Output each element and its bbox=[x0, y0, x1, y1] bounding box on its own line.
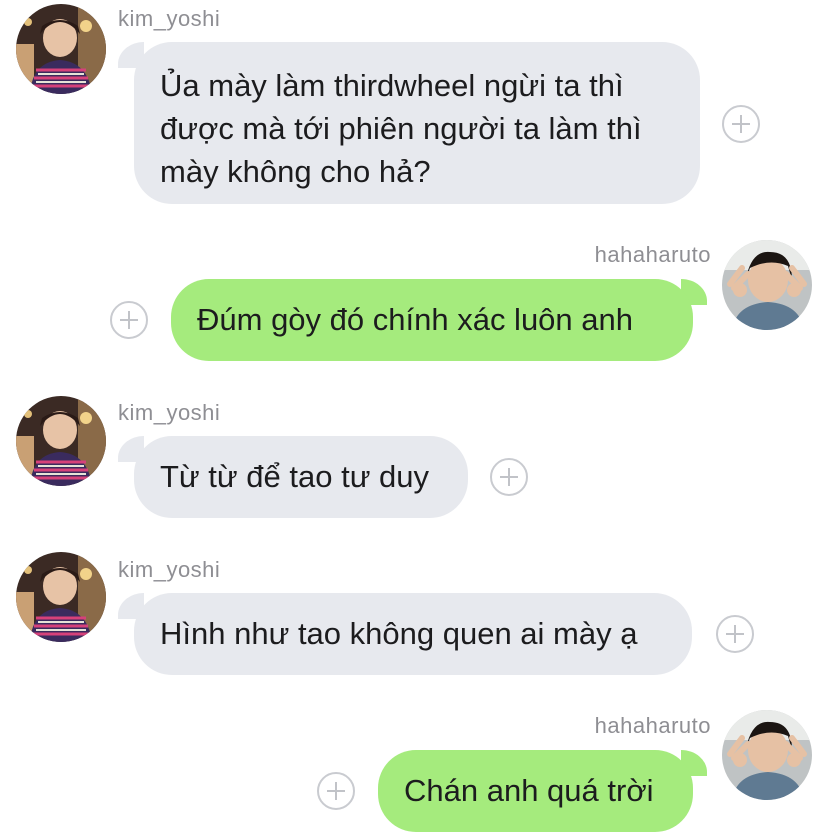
sender-name: kim_yoshi bbox=[118, 6, 221, 31]
sender-name: kim_yoshi bbox=[118, 400, 221, 425]
plus-circle-icon[interactable] bbox=[722, 105, 760, 143]
message-line: Chán anh quá trời bbox=[404, 773, 654, 808]
message-line: Từ từ để tao tư duy bbox=[160, 459, 430, 494]
avatar-kim-yoshi-icon bbox=[16, 396, 106, 486]
message-line: được mà tới phiên người ta làm thì bbox=[160, 111, 642, 146]
plus-circle-icon[interactable] bbox=[490, 458, 528, 496]
message-line: Đúm gòy đó chính xác luôn anh bbox=[197, 302, 633, 337]
message-bubble[interactable]: Từ từ để tao tư duy bbox=[134, 436, 468, 518]
avatar[interactable] bbox=[722, 240, 812, 330]
avatar-kim-yoshi-icon bbox=[16, 552, 106, 642]
avatar-kim-yoshi-icon bbox=[16, 4, 106, 94]
avatar[interactable] bbox=[16, 552, 106, 642]
message-line: Hình như tao không quen ai mày ạ bbox=[160, 616, 638, 651]
sender-name: hahaharuto bbox=[594, 713, 711, 738]
message-bubble[interactable]: Chán anh quá trời bbox=[378, 750, 693, 832]
plus-circle-icon[interactable] bbox=[317, 772, 355, 810]
avatar-hahaharuto-icon bbox=[722, 710, 812, 800]
message-line: Ủa mày làm thirdwheel ngừi ta thì bbox=[160, 68, 624, 103]
sender-name: kim_yoshi bbox=[118, 557, 221, 582]
sender-name: hahaharuto bbox=[594, 242, 711, 267]
plus-circle-icon[interactable] bbox=[110, 301, 148, 339]
avatar[interactable] bbox=[722, 710, 812, 800]
avatar-hahaharuto-icon bbox=[722, 240, 812, 330]
avatar[interactable] bbox=[16, 4, 106, 94]
message-bubble[interactable]: Đúm gòy đó chính xác luôn anh bbox=[171, 279, 693, 361]
plus-circle-icon[interactable] bbox=[716, 615, 754, 653]
message-bubble[interactable]: Hình như tao không quen ai mày ạ bbox=[134, 593, 692, 675]
message-line: mày không cho hả? bbox=[160, 154, 431, 189]
avatar[interactable] bbox=[16, 396, 106, 486]
message-bubble[interactable]: Ủa mày làm thirdwheel ngừi ta thì được m… bbox=[134, 42, 700, 204]
